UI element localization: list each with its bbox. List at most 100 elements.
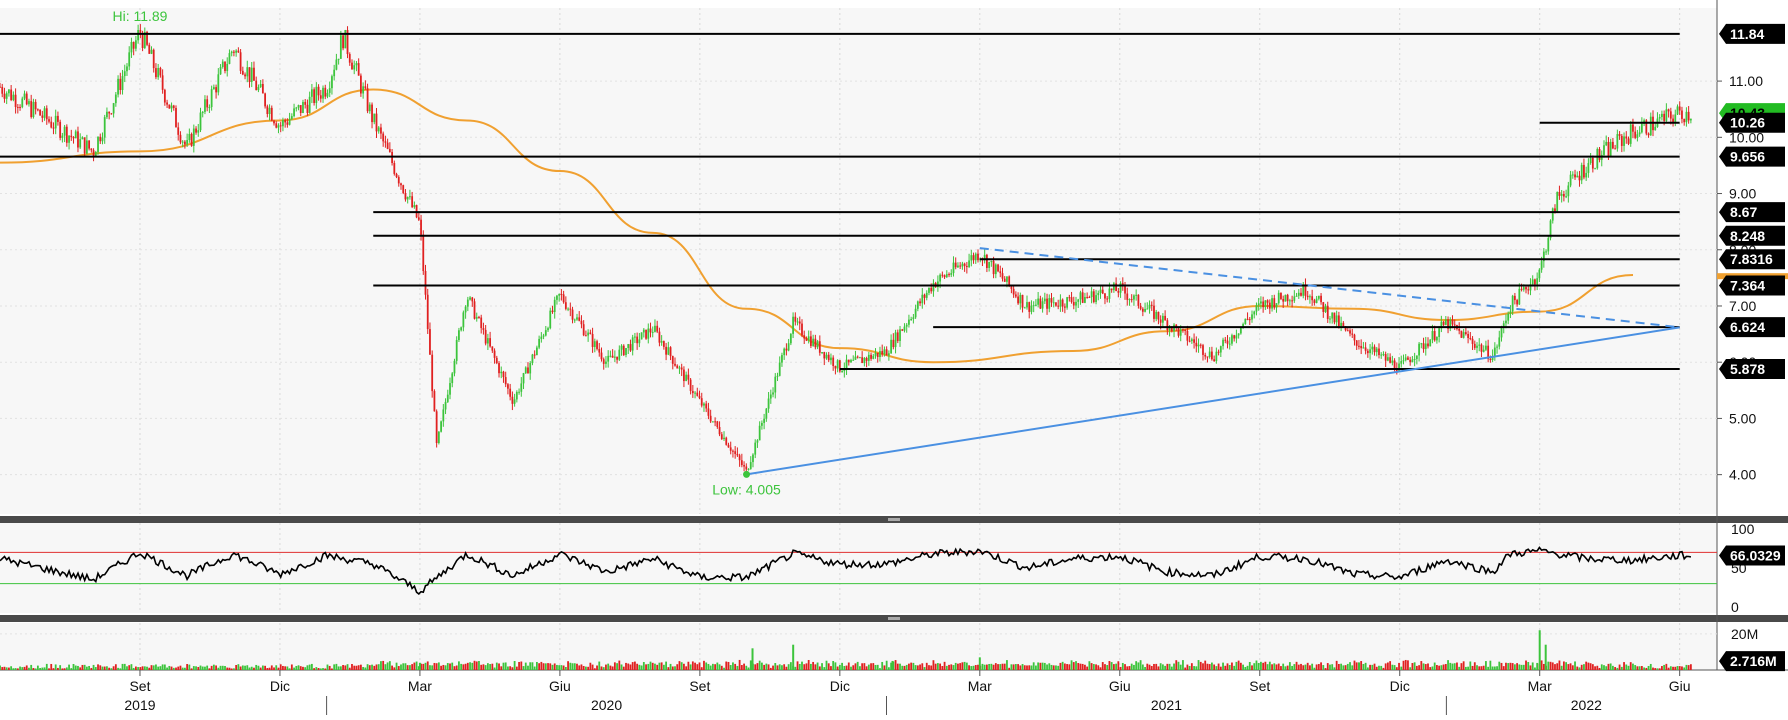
candle-body [1084, 296, 1086, 303]
candle-body [1300, 292, 1302, 296]
volume-bar [1565, 662, 1568, 670]
candle-body [1035, 304, 1037, 306]
volume-bar [1404, 659, 1407, 670]
volume-bar [821, 663, 823, 670]
volume-bar [520, 661, 523, 670]
volume-bar [856, 661, 859, 670]
volume-bar [1104, 664, 1106, 670]
volume-bar [302, 666, 304, 670]
candle-body [244, 74, 246, 77]
volume-bar [622, 666, 625, 670]
volume-bar [1505, 662, 1507, 670]
volume-bar [1173, 663, 1175, 670]
candle-body [1665, 109, 1668, 121]
candle-body [1130, 299, 1133, 301]
candle-body [1317, 295, 1320, 299]
volume-bar [580, 664, 583, 670]
panel-resize-handle [888, 617, 900, 620]
volume-bar [1471, 665, 1474, 670]
volume-bar [1317, 664, 1320, 670]
volume-bar [123, 663, 126, 670]
candle-body [293, 108, 295, 117]
candle-body [420, 219, 422, 235]
volume-bar [1627, 665, 1630, 670]
candle-body [507, 384, 509, 389]
level-value-tag-text: 7.8316 [1730, 251, 1773, 267]
candle-body [605, 361, 607, 364]
volume-bar [1574, 661, 1576, 670]
volume-bar [1571, 665, 1574, 670]
volume-bar [1407, 660, 1409, 670]
candle-body [841, 371, 843, 373]
volume-bar [208, 668, 211, 670]
candle-body [700, 398, 703, 406]
volume-bar [1591, 664, 1594, 670]
volume-bar [1393, 665, 1396, 670]
candle-body [1364, 347, 1367, 351]
volume-bar [1605, 666, 1608, 670]
volume-bar [415, 661, 418, 670]
candle-body [137, 30, 140, 41]
volume-bar [1126, 666, 1129, 670]
candle-body [694, 392, 696, 394]
volume-bar [92, 664, 95, 670]
candle-body [288, 118, 291, 125]
volume-bar [529, 662, 532, 670]
candle-body [1217, 351, 1220, 353]
candle-body [515, 391, 518, 400]
candle-body [130, 41, 133, 53]
candle-body [1244, 318, 1247, 325]
volume-bar [823, 667, 826, 670]
candle-body [195, 128, 197, 133]
candle-body [161, 75, 164, 90]
volume-spike-bar [792, 644, 795, 670]
volume-bar [344, 665, 347, 670]
candle-body [625, 348, 627, 355]
volume-bar [1603, 665, 1605, 670]
volume-bar [1168, 663, 1171, 670]
candle-body [1177, 328, 1180, 336]
candle-body [919, 301, 921, 304]
volume-bar [30, 664, 33, 670]
volume-bar [382, 660, 385, 670]
volume-bar [919, 664, 921, 670]
volume-bar [1286, 665, 1289, 670]
volume-bar [1139, 660, 1142, 670]
candle-body [754, 442, 757, 455]
candle-body [743, 465, 745, 467]
candle-body [685, 374, 688, 382]
candle-body [50, 121, 53, 128]
volume-bar [774, 663, 777, 670]
candle-body [1026, 302, 1028, 308]
candle-body [703, 403, 705, 406]
candle-body [656, 325, 659, 332]
level-value-tag: 8.67 [1719, 202, 1785, 223]
candle-body [816, 341, 819, 348]
volume-bar [246, 665, 249, 670]
candle-body [1037, 298, 1040, 305]
volume-bar [1491, 666, 1494, 670]
candle-body [1493, 347, 1496, 357]
candle-body [1235, 335, 1238, 339]
volume-bar [1061, 661, 1064, 670]
volume-bar [1280, 666, 1282, 670]
volume-bar [683, 663, 685, 670]
candle-body [876, 352, 879, 357]
candle-body [504, 377, 507, 385]
candle-body [348, 54, 351, 63]
candle-body [1429, 339, 1432, 347]
volume-bar [121, 663, 124, 670]
volume-bar [368, 665, 371, 670]
candle-body [1467, 334, 1469, 338]
volume-bar [404, 663, 407, 670]
volume-bar [571, 663, 574, 670]
volume-bar [1540, 660, 1543, 670]
candle-body [322, 87, 324, 99]
volume-bar [1282, 663, 1285, 670]
volume-bar [157, 666, 160, 670]
candle-body [1427, 343, 1429, 347]
candle-body [1188, 340, 1191, 342]
candle-body [1286, 294, 1289, 302]
candle-body [471, 297, 474, 302]
candle-body [803, 335, 806, 339]
